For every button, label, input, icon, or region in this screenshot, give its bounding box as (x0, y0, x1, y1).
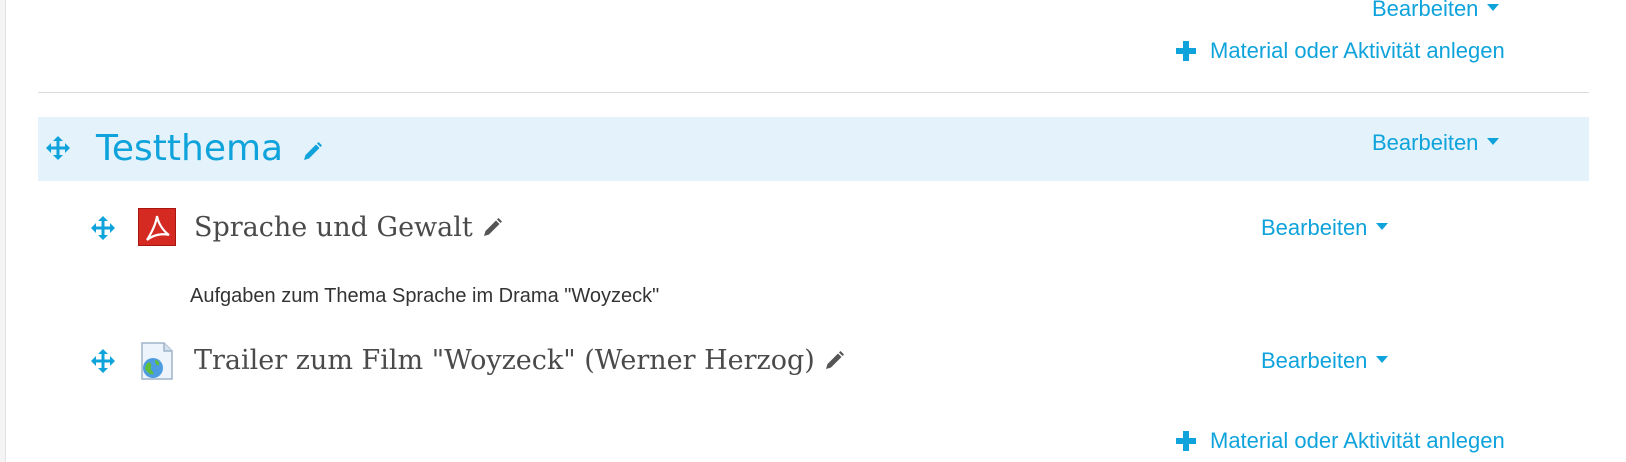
plus-icon (1176, 431, 1196, 451)
add-activity-link-top[interactable]: Material oder Aktivität anlegen (1176, 38, 1505, 64)
section-title-text[interactable]: Testthema (96, 128, 283, 169)
caret-down-icon (1487, 137, 1500, 145)
move-icon[interactable] (90, 215, 116, 241)
url-icon[interactable] (138, 342, 176, 380)
edit-menu-label[interactable]: Bearbeiten (1261, 215, 1367, 241)
add-activity-label[interactable]: Material oder Aktivität anlegen (1210, 38, 1505, 64)
caret-down-icon (1487, 3, 1500, 11)
section-title[interactable]: Testthema (96, 128, 323, 169)
pdf-icon[interactable] (138, 208, 176, 246)
move-icon[interactable] (90, 348, 116, 374)
pencil-icon[interactable] (301, 141, 323, 163)
caret-down-icon (1376, 355, 1389, 363)
section-divider (38, 92, 1589, 93)
activity-description: Aufgaben zum Thema Sprache im Drama "Woy… (190, 285, 660, 307)
activity-title[interactable]: Trailer zum Film "Woyzeck" (Werner Herzo… (194, 345, 845, 376)
add-activity-label[interactable]: Material oder Aktivität anlegen (1210, 428, 1505, 454)
edit-menu-label[interactable]: Bearbeiten (1372, 0, 1478, 22)
move-icon[interactable] (45, 135, 71, 161)
previous-section-edit-menu[interactable]: Bearbeiten (1372, 0, 1500, 22)
course-page: Bearbeiten Material oder Aktivität anleg… (5, 0, 1626, 462)
pencil-icon[interactable] (823, 350, 845, 372)
activity-edit-menu[interactable]: Bearbeiten (1261, 348, 1389, 374)
edit-menu-label[interactable]: Bearbeiten (1261, 348, 1367, 374)
pencil-icon[interactable] (481, 217, 503, 239)
plus-icon (1176, 41, 1196, 61)
activity-link[interactable]: Trailer zum Film "Woyzeck" (Werner Herzo… (194, 345, 815, 376)
section-edit-menu[interactable]: Bearbeiten (1372, 130, 1500, 156)
add-activity-link-bottom[interactable]: Material oder Aktivität anlegen (1176, 428, 1505, 454)
activity-title[interactable]: Sprache und Gewalt (194, 212, 503, 243)
edit-menu-label[interactable]: Bearbeiten (1372, 130, 1478, 156)
activity-edit-menu[interactable]: Bearbeiten (1261, 215, 1389, 241)
caret-down-icon (1376, 222, 1389, 230)
activity-link[interactable]: Sprache und Gewalt (194, 212, 473, 243)
